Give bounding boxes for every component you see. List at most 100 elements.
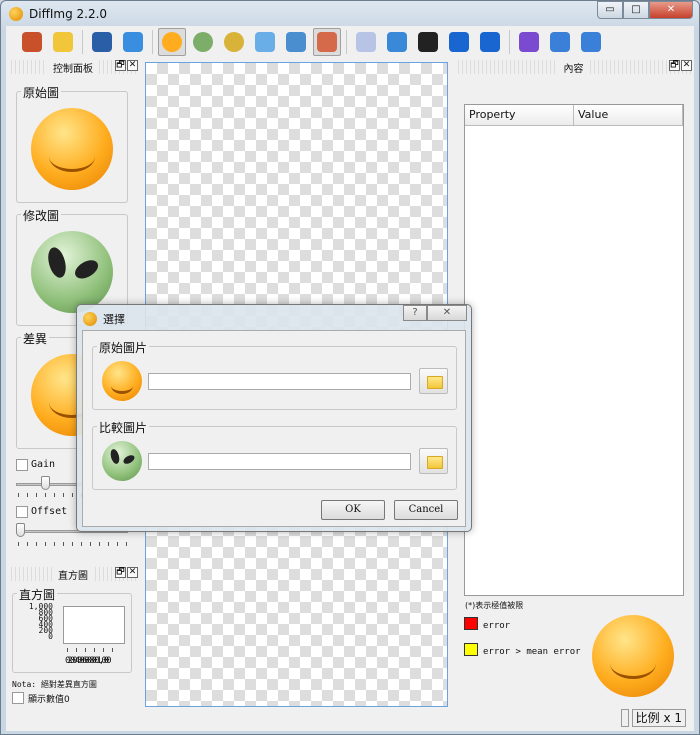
column-property[interactable]: Property <box>465 105 574 126</box>
maximize-button[interactable]: □ <box>623 1 649 19</box>
offset-ticks <box>18 542 128 546</box>
refresh-icon <box>123 32 143 52</box>
info-button[interactable] <box>546 28 574 56</box>
status-indicator <box>620 709 629 727</box>
status-bar: 比例 x 1 <box>620 709 686 727</box>
original-image-path-input[interactable] <box>148 373 411 390</box>
select-dialog: 選擇 ? ✕ 原始圖片 比較圖片 OK Cancel <box>76 304 472 532</box>
open-folder-icon <box>53 32 73 52</box>
show-zero-label: 顯示數值0 <box>28 695 70 705</box>
browse-original-button[interactable] <box>419 368 448 394</box>
synchronize-button[interactable] <box>352 28 380 56</box>
show-zero-checkbox[interactable] <box>12 692 24 704</box>
dual-panel-icon <box>255 32 275 52</box>
compare-image-label: 比較圖片 <box>97 419 150 436</box>
single-panel-icon <box>286 32 306 52</box>
difference-image-icon <box>224 32 244 52</box>
x-tick-label: 800 <box>89 656 99 666</box>
mean-error-legend-label: error > mean error <box>483 647 581 657</box>
mean-error-swatch <box>464 643 478 656</box>
dual-panel-button[interactable] <box>251 28 279 56</box>
close-button[interactable]: ✕ <box>649 1 693 19</box>
modified-thumbnail[interactable] <box>31 231 113 313</box>
toolbar <box>6 26 694 58</box>
compare-image-group: 比較圖片 <box>92 419 457 490</box>
save-icon <box>92 32 112 52</box>
properties-header: 內容 🗗 ✕ <box>455 59 692 75</box>
dialog-title: 選擇 <box>103 313 125 326</box>
offset-slider-thumb[interactable] <box>16 523 25 537</box>
x-tick-label: 1,000 <box>96 656 111 666</box>
properties-title: 內容 <box>557 59 590 75</box>
compare-image-path-input[interactable] <box>148 453 411 470</box>
original-image-icon <box>162 32 182 52</box>
zoom-1-1-icon <box>418 32 438 52</box>
previous-button[interactable] <box>445 28 473 56</box>
gain-slider-thumb[interactable] <box>41 476 50 490</box>
toolbar-separator <box>509 30 510 54</box>
refresh-button[interactable] <box>119 28 147 56</box>
preferences-icon <box>519 32 539 52</box>
synchronize-icon <box>356 32 376 52</box>
histogram-x-tick-marks <box>67 648 113 652</box>
float-button[interactable]: 🗗 <box>115 60 126 71</box>
browse-compare-button[interactable] <box>419 448 448 474</box>
toolbar-separator <box>152 30 153 54</box>
histogram-header: 直方圖 🗗 ✕ <box>8 566 138 582</box>
save-button[interactable] <box>88 28 116 56</box>
x-tick-label: 600 <box>81 656 92 666</box>
close-dock-button[interactable]: ✕ <box>681 60 692 71</box>
error-legend-label: error <box>483 621 511 631</box>
original-image-button[interactable] <box>158 28 186 56</box>
close-dock-button[interactable]: ✕ <box>127 60 138 71</box>
float-button[interactable]: 🗗 <box>669 60 680 71</box>
ok-button[interactable]: OK <box>321 500 385 520</box>
dialog-close-button[interactable]: ✕ <box>427 305 467 321</box>
float-button[interactable]: 🗗 <box>115 567 126 578</box>
difference-image-button[interactable] <box>220 28 248 56</box>
toolbar-separator <box>346 30 347 54</box>
zoom-fit-icon <box>387 32 407 52</box>
x-tick-label: 400 <box>74 656 85 666</box>
quit-icon <box>22 32 42 52</box>
modified-image-icon <box>193 32 213 52</box>
original-thumbnail[interactable] <box>31 108 113 190</box>
legend-note: (*)表示極值被限 <box>465 601 524 610</box>
scale-label: 比例 x 1 <box>631 709 686 727</box>
minimize-button[interactable]: ▭ <box>597 1 623 19</box>
previous-icon <box>449 32 469 52</box>
histogram-plot <box>63 606 125 644</box>
cancel-button[interactable]: Cancel <box>394 500 458 520</box>
control-panel-header: 控制面板 🗗 ✕ <box>8 59 138 75</box>
histogram-y-ticks: 1,000 800 600 400 200 0 <box>17 603 53 641</box>
window-title: DiffImg 2.2.0 <box>29 7 108 21</box>
next-icon <box>480 32 500 52</box>
gain-checkbox[interactable] <box>16 459 28 471</box>
app-icon <box>9 7 23 21</box>
help-button[interactable] <box>577 28 605 56</box>
histogram-note: Nota: 絕對差異直方圖 <box>12 680 97 689</box>
original-image-label: 原始圖片 <box>97 339 150 356</box>
original-image-group: 原始圖片 <box>92 339 457 410</box>
next-button[interactable] <box>476 28 504 56</box>
zoom-1-1-button[interactable] <box>414 28 442 56</box>
close-dock-button[interactable]: ✕ <box>127 567 138 578</box>
zoom-fit-button[interactable] <box>383 28 411 56</box>
mask-button[interactable] <box>313 28 341 56</box>
original-label: 原始圖 <box>21 84 62 101</box>
title-bar: DiffImg 2.2.0 <box>9 5 107 23</box>
difference-label: 差異 <box>21 330 50 347</box>
open-folder-button[interactable] <box>49 28 77 56</box>
column-value[interactable]: Value <box>574 105 683 126</box>
gain-label: Gain <box>31 459 56 470</box>
info-icon <box>550 32 570 52</box>
preferences-button[interactable] <box>515 28 543 56</box>
modified-image-button[interactable] <box>189 28 217 56</box>
offset-checkbox[interactable] <box>16 506 28 518</box>
single-panel-button[interactable] <box>282 28 310 56</box>
error-swatch <box>464 617 478 630</box>
help-button[interactable]: ? <box>403 305 427 321</box>
y-tick-label: 0 <box>48 632 53 641</box>
properties-table: Property Value <box>464 104 684 596</box>
quit-button[interactable] <box>18 28 46 56</box>
